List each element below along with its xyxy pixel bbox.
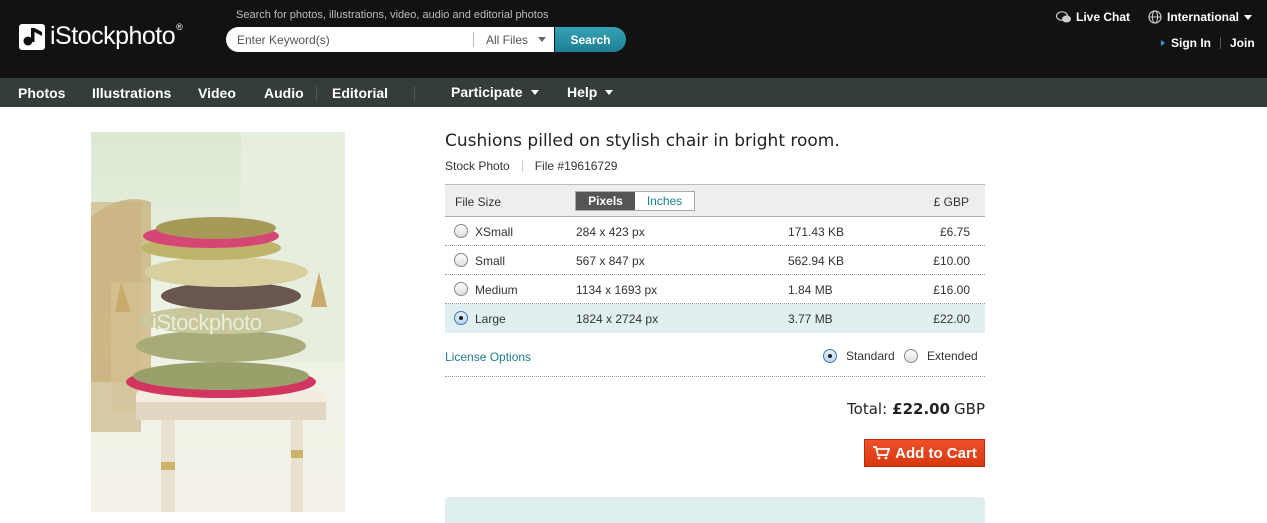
logo-text: iStockphoto®: [50, 22, 183, 50]
watermark-text: iStockphoto: [152, 310, 262, 335]
size-row-medium[interactable]: Medium 1134 x 1693 px 1.84 MB £16.00: [445, 275, 985, 304]
nav-help[interactable]: Help: [567, 84, 614, 100]
chat-bubble-icon: [1056, 10, 1071, 22]
globe-icon: [1148, 10, 1162, 24]
search-box: All Files: [226, 27, 554, 52]
add-to-cart-label: Add to Cart: [895, 444, 977, 462]
size-radio[interactable]: [454, 224, 468, 238]
size-name: XSmall: [475, 225, 514, 239]
sign-in-link[interactable]: Sign In: [1171, 36, 1211, 50]
license-extended-label: Extended: [927, 349, 978, 363]
size-dimensions: 1134 x 1693 px: [576, 283, 658, 297]
total-label: Total:: [847, 400, 888, 418]
license-options-link[interactable]: License Options: [445, 350, 531, 364]
international-label: International: [1167, 10, 1240, 24]
istockphoto-logo[interactable]: iStockphoto®: [18, 22, 183, 51]
unit-toggle: Pixels Inches: [575, 191, 695, 211]
account-links: Sign In Join: [1161, 36, 1255, 50]
size-filesize: 1.84 MB: [788, 283, 833, 297]
size-filesize: 3.77 MB: [788, 312, 833, 326]
size-row-small[interactable]: Small 567 x 847 px 562.94 KB £10.00: [445, 246, 985, 275]
nav-audio[interactable]: Audio: [264, 85, 304, 101]
search-divider: [473, 32, 474, 47]
live-chat-link[interactable]: Live Chat: [1056, 10, 1130, 24]
size-table-header: File Size Pixels Inches £ GBP: [445, 184, 985, 217]
license-options: License Options Standard Extended: [445, 342, 985, 377]
file-size-label: File Size: [455, 195, 502, 209]
size-dimensions: 1824 x 2724 px: [576, 312, 659, 326]
international-menu[interactable]: International: [1148, 10, 1253, 24]
main-nav: Photos Illustrations Video Audio Editori…: [0, 78, 1267, 107]
size-radio[interactable]: [454, 253, 468, 267]
size-dimensions: 567 x 847 px: [576, 254, 645, 268]
currency-label: £ GBP: [933, 195, 969, 209]
photo-preview[interactable]: iStockphoto: [91, 132, 345, 512]
nav-editorial[interactable]: Editorial: [332, 85, 388, 101]
live-chat-label: Live Chat: [1076, 10, 1131, 24]
join-link[interactable]: Join: [1230, 36, 1255, 50]
size-name: Large: [475, 312, 506, 326]
add-to-cart-button[interactable]: Add to Cart: [864, 439, 985, 467]
file-type-value: All Files: [486, 32, 529, 47]
size-price: £6.75: [939, 225, 970, 239]
search-caption: Search for photos, illustrations, video,…: [236, 9, 549, 21]
nav-divider: [316, 86, 317, 101]
promo-panel: [445, 497, 985, 523]
size-row-large[interactable]: Large 1824 x 2724 px 3.77 MB £22.00: [445, 304, 985, 333]
total-currency: GBP: [954, 400, 985, 418]
license-standard-label: Standard: [846, 349, 895, 363]
file-meta: Stock Photo File #19616729: [445, 159, 617, 173]
file-type-select[interactable]: All Files: [486, 32, 547, 47]
nav-illustrations[interactable]: Illustrations: [92, 85, 171, 101]
license-standard-radio[interactable]: [823, 349, 837, 363]
divider: [1220, 37, 1221, 49]
nav-video[interactable]: Video: [198, 85, 236, 101]
chevron-down-icon: [538, 37, 547, 42]
size-name: Medium: [475, 283, 518, 297]
size-filesize: 171.43 KB: [788, 225, 845, 239]
size-filesize: 562.94 KB: [788, 254, 845, 268]
nav-participate[interactable]: Participate: [451, 84, 539, 100]
size-dimensions: 284 x 423 px: [576, 225, 645, 239]
nav-participate-label: Participate: [451, 84, 523, 100]
top-header: iStockphoto® Search for photos, illustra…: [0, 0, 1267, 78]
chevron-down-icon: [605, 89, 614, 95]
search-input[interactable]: [237, 28, 473, 51]
file-title: Cushions pilled on stylish chair in brig…: [445, 131, 840, 151]
search-button[interactable]: Search: [555, 27, 626, 52]
file-number: File #19616729: [534, 159, 618, 173]
size-row-xsmall[interactable]: XSmall 284 x 423 px 171.43 KB £6.75: [445, 217, 985, 246]
chevron-down-icon: [530, 89, 539, 95]
nav-help-label: Help: [567, 84, 598, 100]
chevron-down-icon: [1244, 14, 1253, 20]
size-radio[interactable]: [454, 282, 468, 296]
file-type: Stock Photo: [445, 159, 510, 173]
order-total: Total: £22.00 GBP: [847, 400, 985, 418]
arrow-right-icon: [1161, 40, 1165, 46]
size-name: Small: [475, 254, 506, 268]
logo-icon: [18, 23, 46, 51]
divider: [521, 160, 523, 172]
cart-icon: [873, 446, 891, 460]
size-price: £16.00: [933, 283, 970, 297]
unit-pixels-tab[interactable]: Pixels: [576, 192, 635, 210]
file-size-table: File Size Pixels Inches £ GBP XSmall 284…: [445, 184, 985, 333]
total-amount: £22.00: [892, 400, 951, 418]
size-price: £10.00: [933, 254, 970, 268]
license-extended-radio[interactable]: [904, 349, 918, 363]
size-radio-selected[interactable]: [454, 311, 468, 325]
size-price: £22.00: [933, 312, 970, 326]
unit-inches-tab[interactable]: Inches: [635, 192, 694, 210]
nav-divider: [414, 86, 415, 101]
nav-photos[interactable]: Photos: [18, 85, 65, 101]
